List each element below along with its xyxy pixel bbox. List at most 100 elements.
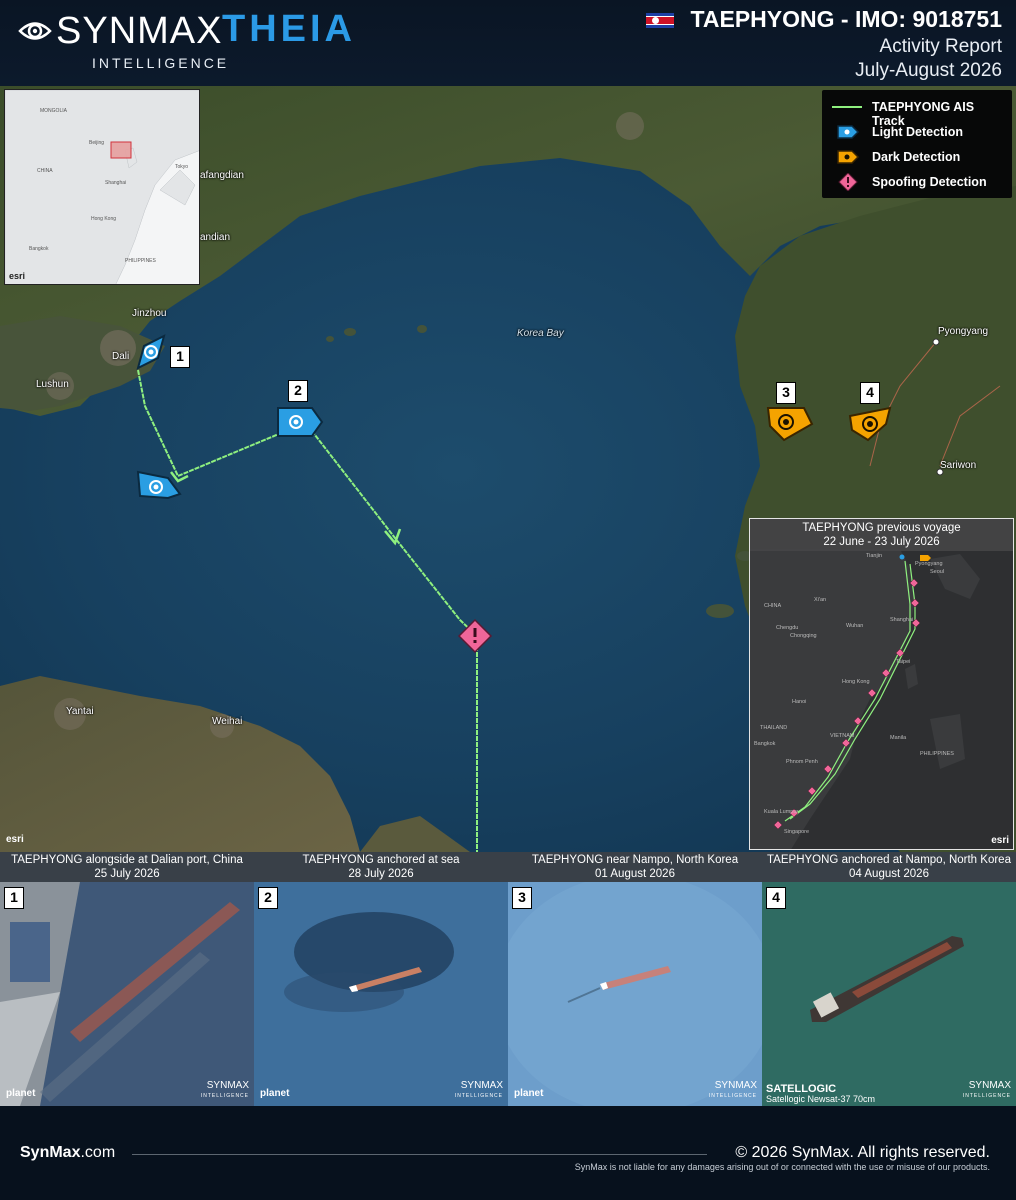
previous-voyage-inset: TAEPHYONG previous voyage 22 June - 23 J… <box>749 518 1014 850</box>
satellogic-logo: SATELLOGIC Satellogic Newsat-37 70cm <box>766 1083 876 1105</box>
caption-title: TAEPHYONG anchored at Nampo, North Korea <box>767 854 1011 866</box>
place-label-wafangdian: afangdian <box>200 170 244 181</box>
dark-detection-icon <box>837 150 860 164</box>
voyage-place-label: Taipei <box>896 659 911 665</box>
brand-tagline: INTELLIGENCE <box>92 55 230 71</box>
voyage-place-label: Chengdu <box>776 625 799 631</box>
light-detection-marker[interactable] <box>134 468 182 504</box>
image-captions: TAEPHYONG alongside at Dalian port, Chin… <box>0 852 1016 882</box>
caption-2: TAEPHYONG anchored at sea 28 July 2026 <box>254 852 508 882</box>
legend-item-track: TAEPHYONG AIS Track <box>830 96 1004 128</box>
image-number-4: 4 <box>766 887 786 909</box>
synmax-watermark: SYNMAX INTELLIGENCE <box>708 1080 757 1100</box>
eye-logo-icon <box>18 22 52 40</box>
place-label-sariwon: Sariwon <box>940 460 977 471</box>
voyage-place-label: Kuala Lumpur <box>764 809 799 815</box>
caption-1: TAEPHYONG alongside at Dalian port, Chin… <box>0 852 254 882</box>
dark-detection-marker[interactable] <box>846 404 894 444</box>
report-header: SYNMAX THEIA INTELLIGENCE TAEPHYONG - IM… <box>0 0 1016 86</box>
voyage-place-label: Tianjin <box>866 553 882 559</box>
legend-label: Light Detection <box>872 125 963 139</box>
nampo-anchorage-satellite-image <box>762 882 1016 1106</box>
legend-item-dark: Dark Detection <box>830 146 1004 171</box>
legend-label: Dark Detection <box>872 150 961 164</box>
locator-label: PHILIPPINES <box>125 258 156 264</box>
place-label-jinzhou: Jinzhou <box>132 308 167 319</box>
voyage-place-label: Pyongyang <box>915 561 943 567</box>
footer-divider <box>132 1154 707 1155</box>
locator-label: Beijing <box>89 140 105 146</box>
image-number-2: 2 <box>258 887 278 909</box>
locator-basemap <box>5 90 199 284</box>
locator-label: CHINA <box>37 168 53 174</box>
synmax-watermark: SYNMAX INTELLIGENCE <box>962 1080 1011 1100</box>
caption-title: TAEPHYONG alongside at Dalian port, Chin… <box>11 854 243 866</box>
vessel-title: TAEPHYONG - IMO: 9018751 <box>690 6 1002 32</box>
voyage-place-label: Wuhan <box>846 623 864 629</box>
place-label-korea-bay: Korea Bay <box>517 328 564 339</box>
locator-label: Shanghai <box>105 180 127 186</box>
report-name: Activity Report <box>879 36 1002 57</box>
image-number-1: 1 <box>4 887 24 909</box>
marker-number-2: 2 <box>288 380 308 402</box>
port-satellite-image <box>0 882 254 1106</box>
locator-label: Hong Kong <box>91 216 117 222</box>
planet-logo: planet <box>6 1088 36 1099</box>
voyage-place-label: Shanghai <box>890 617 914 623</box>
voyage-place-label: Seoul <box>930 569 945 575</box>
place-label-dalian: Dali <box>112 351 130 362</box>
synmax-watermark: SYNMAX INTELLIGENCE <box>200 1080 249 1100</box>
legend-item-spoof: Spoofing Detection <box>830 171 1004 196</box>
dark-detection-marker[interactable] <box>764 404 814 444</box>
voyage-place-label: PHILIPPINES <box>920 751 954 757</box>
light-detection-marker[interactable] <box>130 332 170 372</box>
caption-3: TAEPHYONG near Nampo, North Korea 01 Aug… <box>508 852 762 882</box>
voyage-place-label: Hanoi <box>792 699 807 705</box>
report-period: July-August 2026 <box>855 60 1002 81</box>
marker-number-3: 3 <box>776 382 796 404</box>
voyage-place-label: Manila <box>890 735 907 741</box>
previous-voyage-dates: 22 June - 23 July 2026 <box>823 536 940 548</box>
locator-map-inset: MONGOLIA CHINA Beijing Shanghai Tokyo Ho… <box>4 89 200 285</box>
legend-label: Spoofing Detection <box>872 175 987 189</box>
previous-voyage-header: TAEPHYONG previous voyage 22 June - 23 J… <box>750 519 1013 551</box>
voyage-place-label: Singapore <box>784 829 810 835</box>
light-detection-marker[interactable] <box>274 404 324 440</box>
main-map[interactable]: Jinzhou Dali Lushun afangdian andian Kor… <box>0 86 1016 852</box>
esri-attribution: esri <box>9 271 26 281</box>
spoofing-detection-icon <box>838 173 858 191</box>
light-detection-icon <box>837 125 860 139</box>
place-label-weihai: Weihai <box>212 716 243 727</box>
voyage-place-label: Chongqing <box>790 633 817 639</box>
satellite-image-2[interactable]: 2 planet SYNMAX INTELLIGENCE <box>254 882 508 1106</box>
site-link[interactable]: SynMax.com <box>20 1144 115 1162</box>
satellite-image-4[interactable]: 4 SATELLOGIC Satellogic Newsat-37 70cm S… <box>762 882 1016 1106</box>
map-legend: TAEPHYONG AIS Track Light Detection Dark… <box>822 90 1012 198</box>
voyage-place-label: Phnom Penh <box>786 759 818 765</box>
place-label-lushun: Lushun <box>36 379 69 390</box>
image-number-3: 3 <box>512 887 532 909</box>
voyage-place-label: Xi'an <box>814 597 827 603</box>
previous-voyage-title: TAEPHYONG previous voyage <box>802 522 961 534</box>
synmax-watermark: SYNMAX INTELLIGENCE <box>454 1080 503 1100</box>
voyage-place-label: CHINA <box>764 603 782 609</box>
caption-date: 28 July 2026 <box>348 868 414 880</box>
satellite-image-3[interactable]: 3 planet SYNMAX INTELLIGENCE <box>508 882 762 1106</box>
planet-logo: planet <box>514 1088 544 1099</box>
marker-number-1: 1 <box>170 346 190 368</box>
locator-label: MONGOLIA <box>40 108 67 114</box>
legend-item-light: Light Detection <box>830 121 1004 146</box>
voyage-place-label: Bangkok <box>754 741 776 747</box>
esri-attribution: esri <box>991 835 1009 846</box>
open-sea-satellite-image <box>254 882 508 1106</box>
voyage-place-label: Hong Kong <box>842 679 870 685</box>
previous-voyage-map <box>750 519 1013 849</box>
satellite-image-1[interactable]: 1 planet SYNMAX INTELLIGENCE <box>0 882 254 1106</box>
locator-label: Bangkok <box>29 246 49 252</box>
product-wordmark: THEIA <box>222 8 356 50</box>
satellite-image-panels: 1 planet SYNMAX INTELLIGENCE 2 planet SYN… <box>0 882 1016 1106</box>
voyage-place-label: THAILAND <box>760 725 788 731</box>
esri-attribution: esri <box>6 834 24 845</box>
track-line-icon <box>832 106 862 108</box>
caption-title: TAEPHYONG anchored at sea <box>302 854 460 866</box>
